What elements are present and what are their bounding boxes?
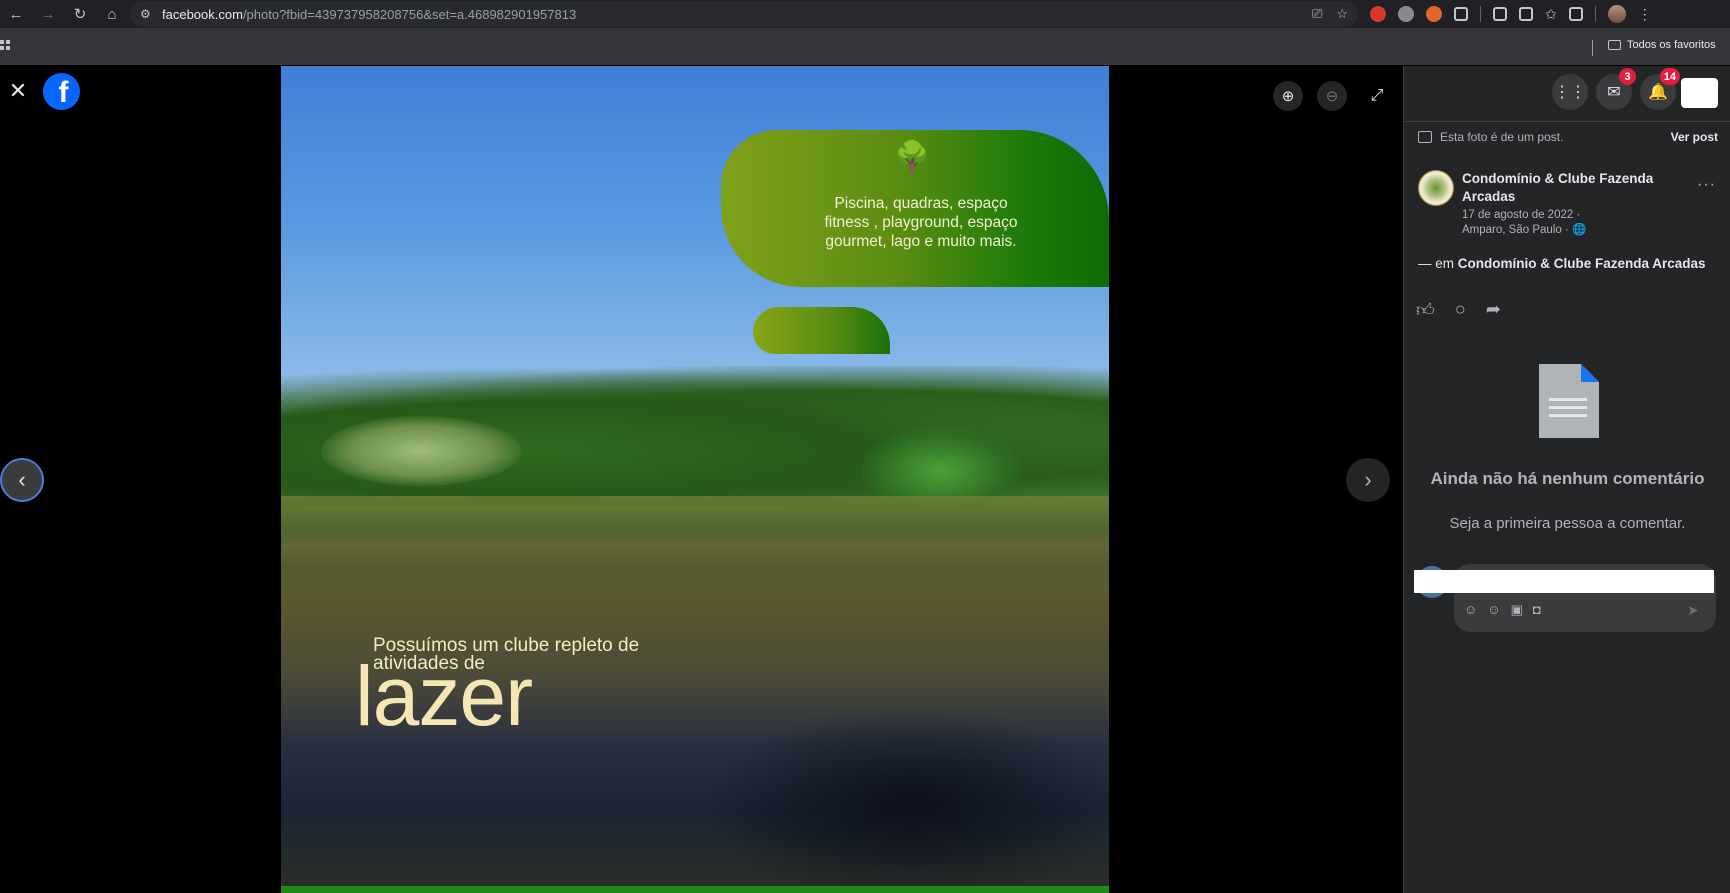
post-location[interactable]: Amparo, São Paulo · — [1462, 224, 1569, 236]
photo-bottom-bar — [281, 886, 1109, 893]
forward-icon[interactable]: → — [32, 0, 64, 28]
chevron-right-icon[interactable]: › — [1346, 458, 1390, 502]
view-post-link[interactable]: Ver post — [1671, 130, 1718, 144]
facebook-logo[interactable]: f — [43, 73, 80, 110]
folder-icon — [1608, 40, 1621, 50]
close-icon[interactable]: ✕ — [2, 75, 34, 107]
send-icon[interactable]: ➤ — [1687, 602, 1699, 619]
comment-tools: ☺ ☺ ▣ ◘ — [1464, 602, 1541, 618]
banner-line: fitness , playground, espaço — [824, 214, 1018, 231]
tagged-page-link[interactable]: Condomínio & Clube Fazenda Arcadas — [1458, 256, 1706, 271]
extension-gray-icon[interactable] — [1398, 6, 1414, 22]
extension-red-icon[interactable] — [1370, 6, 1386, 22]
trees-icon: 🌳 — [893, 141, 931, 174]
emoji-icon[interactable]: ☺ — [1487, 602, 1500, 618]
fullscreen-icon[interactable]: ⤢ — [1362, 81, 1392, 111]
post-meta: 17 de agosto de 2022 · Amparo, São Paulo… — [1462, 208, 1586, 238]
slogan-headline: lazer — [355, 649, 533, 743]
photo-bush — [321, 416, 521, 486]
banner-line: Piscina, quadras, espaço — [834, 195, 1008, 212]
key-icon[interactable] — [1519, 7, 1533, 21]
photo-shadow — [701, 706, 1109, 893]
install-icon[interactable]: ⎚ — [1312, 6, 1322, 22]
favorites-star-icon[interactable]: ✩ — [1545, 6, 1557, 23]
no-comments-title: Ainda não há nenhum comentário — [1430, 469, 1705, 488]
home-icon[interactable]: ⌂ — [96, 0, 128, 28]
document-icon — [1539, 364, 1599, 438]
incognito-icon[interactable] — [1493, 7, 1507, 21]
site-info-icon[interactable]: ⚙ — [140, 7, 162, 21]
messenger-icon[interactable]: ✉ 3 — [1596, 68, 1636, 110]
sticker-icon[interactable]: ◘ — [1533, 602, 1541, 618]
bookmarks-bar: Todos os favoritos — [0, 28, 1730, 66]
divider — [1594, 6, 1596, 22]
messenger-badge: 3 — [1619, 68, 1636, 85]
no-comments-subtitle: Seja a primeira pessoa a comentar. — [1449, 515, 1686, 532]
photo-reflection — [281, 496, 1109, 616]
banner-text: Piscina, quadras, espaço fitness , playg… — [801, 194, 1041, 251]
bell-icon[interactable]: 🔔 14 — [1640, 68, 1680, 110]
avatar-sticker-icon[interactable]: ☺ — [1464, 602, 1477, 618]
photo: 🌳 Piscina, quadras, espaço fitness , pla… — [281, 66, 1109, 893]
extensions-area: ✩ ⋮ — [1370, 0, 1652, 28]
post-panel: ⋮⋮ ✉ 3 🔔 14 Esta foto é de um post. Ver … — [1403, 66, 1730, 893]
post-note: Esta foto é de um post. — [1418, 130, 1563, 144]
note-icon — [1418, 131, 1432, 143]
like-icon[interactable]: 👍︎ — [1416, 299, 1435, 321]
account-avatar[interactable] — [1681, 78, 1718, 108]
more-options-icon[interactable]: ··· — [1697, 176, 1716, 194]
browser-toolbar: ← → ↻ ⌂ ⚙ facebook.com/photo?fbid=439737… — [0, 0, 1730, 28]
chevron-left-icon[interactable]: ‹ — [0, 458, 44, 502]
globe-icon: 🌐 — [1571, 224, 1587, 236]
share-icon[interactable]: ➦ — [1486, 299, 1501, 321]
url-path: /photo?fbid=439737958208756&set=a.468982… — [242, 6, 577, 22]
banner-line: gourmet, lago e muito mais. — [825, 233, 1017, 250]
tag-prefix: — em — [1418, 256, 1455, 271]
reading-list-icon[interactable] — [1568, 7, 1583, 21]
notifications-badge: 14 — [1659, 68, 1680, 85]
zoom-in-icon[interactable]: ⊕ — [1273, 81, 1303, 111]
post-date[interactable]: 17 de agosto de 2022 · — [1462, 208, 1586, 223]
gif-icon[interactable]: ▣ — [1511, 602, 1523, 618]
bookmark-folder[interactable]: Todos os favoritos — [1608, 39, 1716, 51]
banner-shape: 🌳 Piscina, quadras, espaço fitness , pla… — [721, 130, 1109, 287]
divider — [1592, 40, 1593, 56]
page-name-link[interactable]: Condomínio & Clube Fazenda Arcadas — [1462, 170, 1672, 206]
comment-field-redacted[interactable] — [1414, 570, 1714, 593]
page-avatar[interactable] — [1418, 170, 1454, 206]
post-note-text: Esta foto é de um post. — [1440, 130, 1564, 144]
extension-orange-icon[interactable] — [1426, 6, 1442, 22]
extensions-puzzle-icon[interactable] — [1454, 7, 1468, 21]
browser-menu-icon[interactable]: ⋮ — [1638, 6, 1652, 23]
menu-grid-icon[interactable]: ⋮⋮ — [1552, 74, 1588, 110]
divider — [1480, 6, 1481, 22]
divider — [1404, 121, 1730, 122]
header-icons: ⋮⋮ ✉ 3 🔔 14 — [1552, 68, 1680, 110]
url-domain: facebook.com — [162, 6, 243, 22]
apps-grid-icon[interactable] — [0, 40, 10, 50]
post-actions: 👍︎ ○ ➦ — [1416, 299, 1501, 321]
bookmark-folder-label: Todos os favoritos — [1627, 39, 1716, 51]
comment-icon[interactable]: ○ — [1455, 299, 1466, 321]
banner-small-shape — [753, 307, 890, 354]
zoom-out-icon[interactable]: ⊖ — [1317, 81, 1347, 111]
tagged-location: — em Condomínio & Clube Fazenda Arcadas — [1418, 256, 1706, 271]
profile-avatar[interactable] — [1607, 5, 1626, 23]
back-icon[interactable]: ← — [0, 0, 32, 28]
star-icon[interactable]: ☆ — [1336, 6, 1348, 22]
reload-icon[interactable]: ↻ — [64, 0, 96, 28]
address-bar[interactable]: ⚙ facebook.com/photo?fbid=43973795820875… — [130, 1, 1358, 27]
photo-viewer: ✕ f 🌳 Piscina, quadras, espaço fitness ,… — [0, 66, 1403, 893]
